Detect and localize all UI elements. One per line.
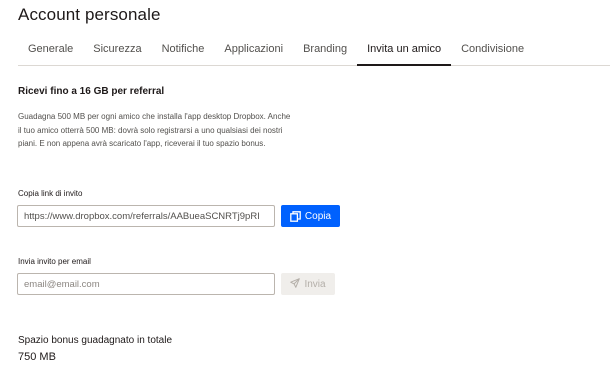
- tab-invita-un-amico[interactable]: Invita un amico: [357, 34, 452, 66]
- bonus-value: 750 MB: [18, 351, 56, 363]
- referral-link-field[interactable]: https://www.dropbox.com/referrals/AABuea…: [17, 205, 275, 227]
- copy-button-label: Copia: [304, 210, 332, 222]
- tab-sicurezza[interactable]: Sicurezza: [83, 34, 151, 64]
- send-icon: [290, 277, 301, 291]
- email-invite-label: Invia invito per email: [18, 257, 91, 266]
- tab-applicazioni[interactable]: Applicazioni: [214, 34, 293, 64]
- account-settings-page: Account personale Generale Sicurezza Not…: [0, 0, 610, 377]
- referral-description: Guadagna 500 MB per ogni amico che insta…: [18, 112, 291, 148]
- send-invite-button[interactable]: Invia: [281, 273, 335, 295]
- email-field[interactable]: [17, 273, 275, 295]
- copy-button[interactable]: Copia: [281, 205, 340, 227]
- tab-generale[interactable]: Generale: [18, 34, 83, 64]
- copy-link-label: Copia link di invito: [18, 189, 83, 198]
- referral-title: Ricevi fino a 16 GB per referral: [18, 86, 165, 97]
- tab-notifiche[interactable]: Notifiche: [152, 34, 215, 64]
- tab-branding[interactable]: Branding: [293, 34, 357, 64]
- settings-tabs: Generale Sicurezza Notifiche Applicazion…: [18, 34, 610, 66]
- bonus-title: Spazio bonus guadagnato in totale: [18, 335, 173, 346]
- send-invite-button-label: Invia: [304, 278, 326, 290]
- copy-icon: [290, 210, 301, 222]
- tab-condivisione[interactable]: Condivisione: [451, 34, 534, 64]
- page-title: Account personale: [18, 5, 161, 24]
